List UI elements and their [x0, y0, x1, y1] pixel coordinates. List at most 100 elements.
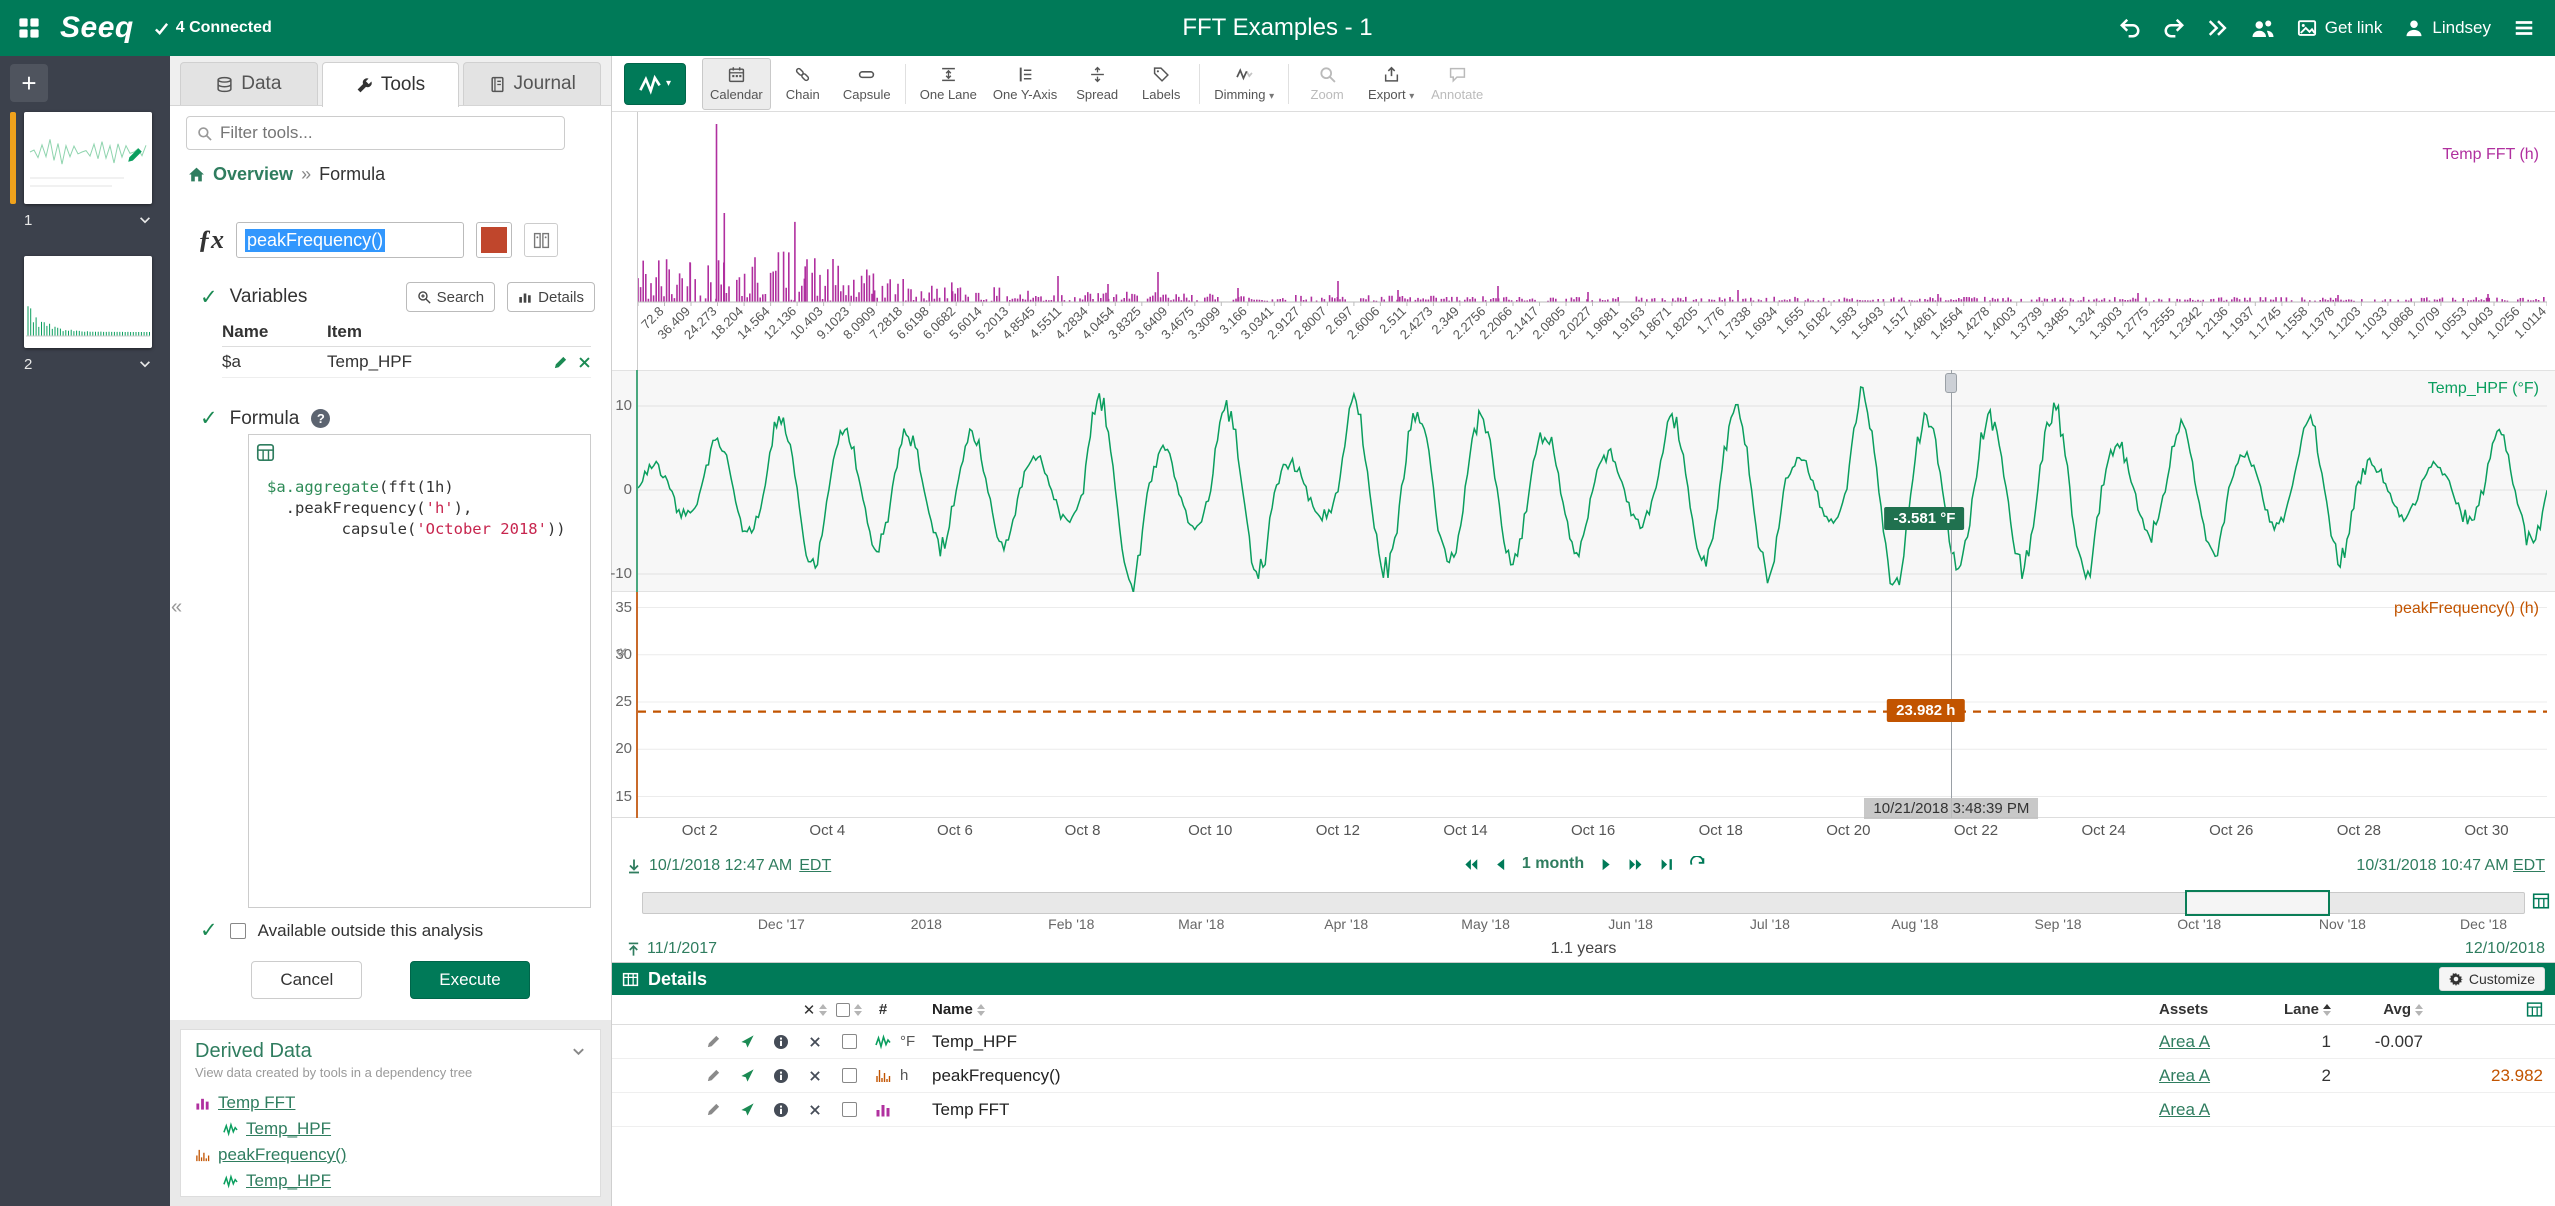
remove-icon[interactable] [798, 1036, 832, 1048]
step-next-icon[interactable] [1598, 857, 1613, 872]
add-worksheet-button[interactable]: + [10, 64, 48, 102]
details-row[interactable]: Temp FFTArea A [612, 1093, 2555, 1127]
lane-header[interactable]: Lane [2279, 1000, 2331, 1020]
toolbar-button-one-y-axis[interactable]: One Y-Axis [985, 58, 1065, 110]
step-to-end-icon[interactable] [1658, 856, 1675, 873]
row-checkbox[interactable] [832, 1034, 866, 1049]
range-start[interactable]: 10/1/2018 12:47 AMEDT [626, 857, 831, 875]
info-icon[interactable] [764, 1034, 798, 1050]
worksheet-thumbnail-2[interactable] [24, 256, 152, 348]
fft-chart[interactable]: 072.836.40924.27318.20414.56412.13610.40… [638, 112, 2547, 370]
toolbar-button-labels[interactable]: Labels [1129, 58, 1193, 110]
timeline-selection[interactable] [2185, 890, 2330, 916]
step-back-icon[interactable] [1462, 856, 1479, 873]
variable-search-button[interactable]: Search [406, 282, 496, 312]
available-outside-checkbox[interactable] [230, 923, 246, 939]
worksheet-2-meta[interactable]: 2 [24, 352, 152, 376]
toolbar-button-one-lane[interactable]: One Lane [912, 58, 985, 110]
undo-icon[interactable] [2119, 17, 2141, 39]
step-previous-icon[interactable] [1493, 857, 1508, 872]
edit-pencil-icon[interactable] [696, 1068, 730, 1083]
hamburger-menu-icon[interactable] [2513, 17, 2535, 39]
forward-all-icon[interactable] [2207, 17, 2229, 39]
step-forward-icon[interactable] [1627, 856, 1644, 873]
users-icon[interactable] [2251, 16, 2275, 40]
row-checkbox[interactable] [832, 1068, 866, 1083]
collapse-derived-icon[interactable] [571, 1044, 586, 1059]
series-name[interactable]: Temp FFT [932, 1100, 2159, 1120]
toolbar-button-dimming[interactable]: Dimming ▾ [1206, 58, 1282, 110]
row-checkbox[interactable] [832, 1102, 866, 1117]
refresh-icon[interactable] [1689, 856, 1705, 872]
expand-editor-button[interactable] [524, 223, 558, 257]
tab-data[interactable]: Data [180, 62, 318, 105]
collapse-panel-handle[interactable]: « [171, 596, 182, 619]
worksheet-thumbnail-1[interactable] [24, 112, 152, 204]
number-header[interactable]: # [866, 1001, 900, 1018]
trend-arrow-icon[interactable] [730, 1068, 764, 1083]
timeline-scrubber[interactable] [642, 892, 2525, 914]
derived-tree-item[interactable]: Temp_HPF [223, 1168, 586, 1194]
chart-area[interactable]: 072.836.40924.27318.20414.56412.13610.40… [612, 112, 2555, 852]
formula-code[interactable]: $a.aggregate(fft(1h) .peakFrequency('h')… [267, 477, 584, 540]
derived-tree-item[interactable]: Temp_HPF [223, 1116, 586, 1142]
edit-variable-icon[interactable] [553, 355, 568, 370]
cursor-handle[interactable] [1945, 373, 1957, 393]
remove-icon[interactable] [798, 1070, 832, 1082]
cursor-line[interactable] [1951, 370, 1952, 818]
derived-tree-item[interactable]: Temp FFT [195, 1090, 586, 1116]
toolbar-button-spread[interactable]: Spread [1065, 58, 1129, 110]
help-icon[interactable]: ? [311, 409, 330, 428]
trend-arrow-icon[interactable] [730, 1034, 764, 1049]
home-icon[interactable] [188, 166, 205, 183]
user-menu[interactable]: Lindsey [2404, 18, 2491, 38]
info-icon[interactable] [764, 1068, 798, 1084]
filter-tools-input[interactable] [220, 123, 554, 143]
avg-header[interactable]: Avg [2331, 1000, 2423, 1020]
breadcrumb-overview-link[interactable]: Overview [213, 164, 293, 185]
range-end[interactable]: 10/31/2018 10:47 AM EDT [2356, 857, 2545, 875]
range-duration[interactable]: 1 month [1522, 855, 1584, 873]
remove-icon[interactable] [798, 1104, 832, 1116]
variable-details-button[interactable]: Details [507, 282, 595, 312]
toolbar-button-capsule[interactable]: Capsule [835, 58, 899, 110]
details-row[interactable]: hpeakFrequency()Area A223.982 [612, 1059, 2555, 1093]
toolbar-button-chain[interactable]: Chain [771, 58, 835, 110]
derived-tree-item[interactable]: peakFrequency() [195, 1142, 586, 1168]
toolbar-button-calendar[interactable]: Calendar [702, 58, 771, 110]
peak-frequency-chart[interactable] [638, 592, 2547, 818]
snippet-icon[interactable] [256, 443, 275, 462]
cancel-button[interactable]: Cancel [251, 961, 362, 999]
chevron-down-icon[interactable] [138, 213, 152, 227]
tab-tools[interactable]: Tools [322, 62, 460, 107]
details-row[interactable]: °FTemp_HPFArea A1-0.007 [612, 1025, 2555, 1059]
customize-button[interactable]: Customize [2439, 967, 2545, 991]
temp-hpf-chart[interactable] [638, 370, 2547, 592]
select-all-header[interactable] [832, 1000, 866, 1020]
worksheet-1-meta[interactable]: 1 [24, 208, 152, 232]
chevron-down-icon[interactable] [138, 357, 152, 371]
color-swatch-button[interactable] [476, 222, 512, 258]
formula-code-editor[interactable]: $a.aggregate(fft(1h) .peakFrequency('h')… [248, 434, 591, 908]
redo-icon[interactable] [2163, 17, 2185, 39]
info-icon[interactable] [764, 1102, 798, 1118]
series-name[interactable]: peakFrequency() [932, 1066, 2159, 1086]
remove-all-header[interactable]: ✕ [798, 1000, 832, 1020]
timeline-options-icon[interactable] [2532, 892, 2550, 910]
assets-header[interactable]: Assets [2159, 1001, 2279, 1018]
remove-variable-icon[interactable] [578, 356, 591, 369]
name-header[interactable]: Name [932, 1000, 2159, 1020]
investigate-end[interactable]: 12/10/2018 [2465, 940, 2545, 958]
get-link-button[interactable]: Get link [2297, 18, 2383, 38]
connected-status[interactable]: 4 Connected [154, 19, 272, 37]
tab-journal[interactable]: Journal [463, 62, 601, 105]
edit-pencil-icon[interactable] [696, 1102, 730, 1117]
execute-button[interactable]: Execute [410, 961, 529, 999]
filter-tools-search[interactable] [186, 116, 565, 150]
view-mode-dropdown[interactable]: ▾ [624, 63, 686, 105]
apps-grid-icon[interactable] [18, 17, 40, 39]
edit-pencil-icon[interactable] [696, 1034, 730, 1049]
series-name[interactable]: Temp_HPF [932, 1032, 2159, 1052]
collapse-main-handle[interactable]: « [616, 641, 627, 664]
columns-header[interactable] [2423, 1001, 2543, 1019]
